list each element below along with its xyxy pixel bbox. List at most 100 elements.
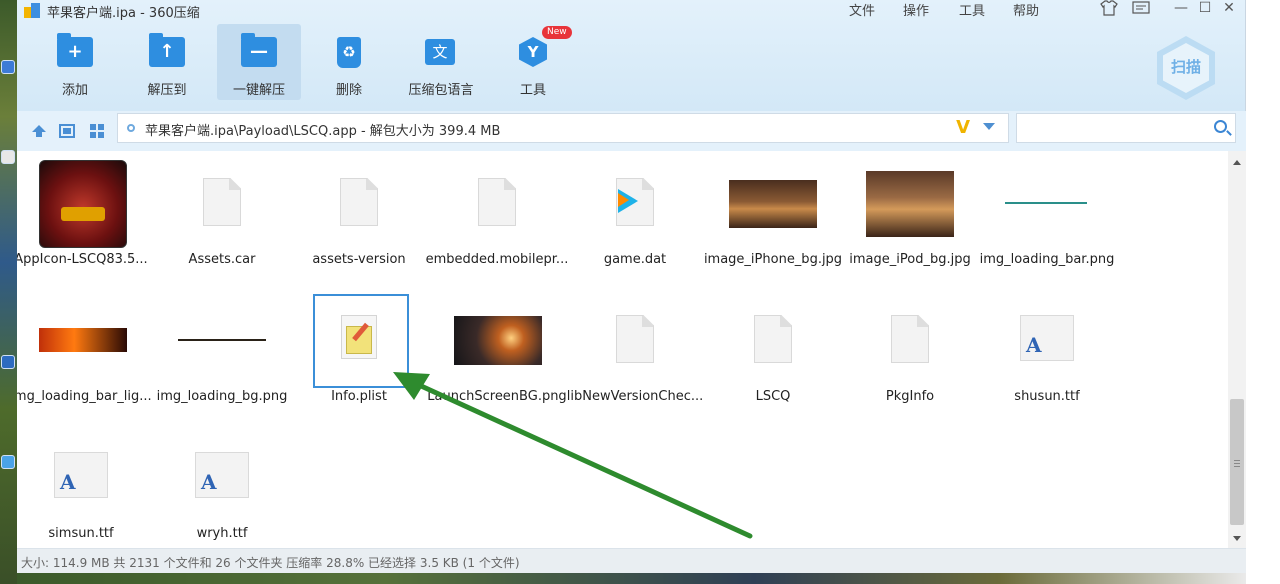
file-name: game.dat <box>603 252 667 267</box>
extract-to-label: 解压到 <box>147 83 187 98</box>
menu-help[interactable]: 帮助 <box>1013 0 1039 19</box>
menu-file[interactable]: 文件 <box>849 0 875 19</box>
file-name: Info.plist <box>331 389 387 404</box>
top-toolbar: 苹果客户端.ipa - 360压缩 文件 操作 工具 帮助 — ☐ ✕ + 添加… <box>17 0 1245 111</box>
scan-label: 扫描 <box>1170 58 1201 76</box>
file-name: LSCQ <box>755 389 791 404</box>
file-item[interactable]: img_loading_bg.png <box>154 288 290 414</box>
file-item[interactable]: embedded.mobilepr... <box>426 151 568 277</box>
vertical-scrollbar[interactable] <box>1228 151 1246 548</box>
tools-label: 工具 <box>519 83 546 98</box>
file-icon <box>754 315 792 363</box>
desktop-shortcut-icon[interactable] <box>1 60 15 74</box>
message-icon[interactable] <box>1131 0 1151 18</box>
image-thumbnail <box>842 151 978 247</box>
file-item[interactable]: Assets.car <box>154 151 290 277</box>
file-name: wryh.ttf <box>196 526 248 541</box>
window-title: 苹果客户端.ipa - 360压缩 <box>47 6 200 21</box>
file-item[interactable]: assets-version <box>291 151 427 277</box>
desktop-background-bottom <box>17 573 1246 584</box>
file-item[interactable]: A wryh.ttf <box>154 425 290 548</box>
desktop-background-right <box>1246 0 1280 584</box>
image-thumbnail <box>429 288 565 384</box>
file-item[interactable]: LaunchScreenBG.png <box>427 288 567 414</box>
image-thumbnail <box>979 151 1115 247</box>
one-click-extract-icon: — <box>241 33 277 69</box>
file-item[interactable]: libNewVersionChec... <box>567 288 703 414</box>
file-item[interactable]: img_loading_bar_lig... <box>17 288 152 414</box>
file-item[interactable]: A simsun.ttf <box>17 425 149 548</box>
delete-icon: ♻ <box>331 37 367 69</box>
file-name: img_loading_bar.png <box>979 252 1115 267</box>
up-level-icon[interactable] <box>31 124 47 138</box>
file-item[interactable]: game.dat <box>567 151 703 277</box>
extract-to-button[interactable]: ↑ 解压到 <box>125 24 209 100</box>
maximize-icon[interactable]: ☐ <box>1195 0 1215 18</box>
file-item[interactable]: A shusun.ttf <box>979 288 1115 414</box>
add-button[interactable]: + 添加 <box>33 24 117 100</box>
detail-view-icon[interactable] <box>59 124 75 138</box>
menu-tools[interactable]: 工具 <box>959 0 985 19</box>
file-item[interactable]: LSCQ <box>705 288 841 414</box>
file-name: img_loading_bg.png <box>156 389 288 404</box>
search-input[interactable] <box>1016 113 1236 143</box>
file-item[interactable]: image_iPod_bg.jpg <box>842 151 978 277</box>
archive-language-button[interactable]: 文 压缩包语言 <box>399 24 483 100</box>
file-name: img_loading_bar_lig... <box>17 389 152 404</box>
skin-icon[interactable] <box>1099 0 1119 18</box>
file-name: PkgInfo <box>885 389 935 404</box>
close-icon[interactable]: ✕ <box>1219 0 1239 18</box>
archive-window: 苹果客户端.ipa - 360压缩 文件 操作 工具 帮助 — ☐ ✕ + 添加… <box>17 0 1246 573</box>
address-row: 苹果客户端.ipa\Payload\LSCQ.app - 解包大小为 399.4… <box>17 111 1246 151</box>
address-bar[interactable]: 苹果客户端.ipa\Payload\LSCQ.app - 解包大小为 399.4… <box>117 113 1009 143</box>
new-badge: New <box>542 26 572 39</box>
file-icon <box>203 178 241 226</box>
app-icon-thumbnail <box>17 151 149 248</box>
file-item[interactable]: PkgInfo <box>842 288 978 414</box>
add-label: 添加 <box>61 83 88 98</box>
thumbnail-view-icon[interactable] <box>89 124 105 138</box>
add-folder-icon: + <box>57 33 93 69</box>
status-bar: 大小: 114.9 MB 共 2131 个文件和 26 个文件夹 压缩率 28.… <box>17 548 1246 573</box>
app-logo-icon <box>24 3 40 18</box>
status-text: 大小: 114.9 MB 共 2131 个文件和 26 个文件夹 压缩率 28.… <box>21 556 520 570</box>
delete-label: 删除 <box>335 83 362 98</box>
file-icon <box>340 178 378 226</box>
one-click-extract-label: 一键解压 <box>232 83 285 98</box>
tools-button[interactable]: Y New 工具 <box>491 24 575 100</box>
v-logo-icon[interactable]: V <box>956 117 970 138</box>
image-thumbnail <box>705 151 841 247</box>
minimize-icon[interactable]: — <box>1171 0 1191 18</box>
selection-highlight <box>313 294 409 388</box>
font-file-icon: A <box>195 452 249 498</box>
file-name: image_iPhone_bg.jpg <box>703 252 843 267</box>
file-name: Assets.car <box>188 252 256 267</box>
file-name: simsun.ttf <box>48 526 114 541</box>
language-icon: 文 <box>423 37 459 69</box>
desktop-shortcut-icon[interactable] <box>1 150 15 164</box>
scroll-down-icon[interactable] <box>1233 536 1241 541</box>
file-item[interactable]: AppIcon-LSCQ83.5... <box>17 151 149 277</box>
desktop-shortcut-icon[interactable] <box>1 455 15 469</box>
delete-button[interactable]: ♻ 删除 <box>307 24 391 100</box>
file-icon <box>891 315 929 363</box>
desktop-shortcut-icon[interactable] <box>1 355 15 369</box>
file-item[interactable]: image_iPhone_bg.jpg <box>704 151 842 277</box>
file-name: image_iPod_bg.jpg <box>849 252 971 267</box>
tools-icon: Y <box>515 37 551 69</box>
scroll-up-icon[interactable] <box>1233 160 1241 165</box>
path-bullet-icon <box>127 124 135 132</box>
image-thumbnail <box>154 288 290 384</box>
search-icon[interactable] <box>1214 120 1227 133</box>
archive-language-label: 压缩包语言 <box>408 83 474 98</box>
file-item[interactable]: img_loading_bar.png <box>979 151 1115 277</box>
file-name: assets-version <box>312 252 406 267</box>
one-click-extract-button[interactable]: — 一键解压 <box>217 24 301 100</box>
chevron-down-icon[interactable] <box>983 123 995 130</box>
scan-button[interactable]: 扫描 <box>1157 36 1215 100</box>
scrollbar-thumb[interactable] <box>1230 399 1244 525</box>
menu-operate[interactable]: 操作 <box>903 0 929 19</box>
file-name: AppIcon-LSCQ83.5... <box>17 252 148 267</box>
font-file-icon: A <box>54 452 108 498</box>
desktop-background-left <box>0 0 17 584</box>
